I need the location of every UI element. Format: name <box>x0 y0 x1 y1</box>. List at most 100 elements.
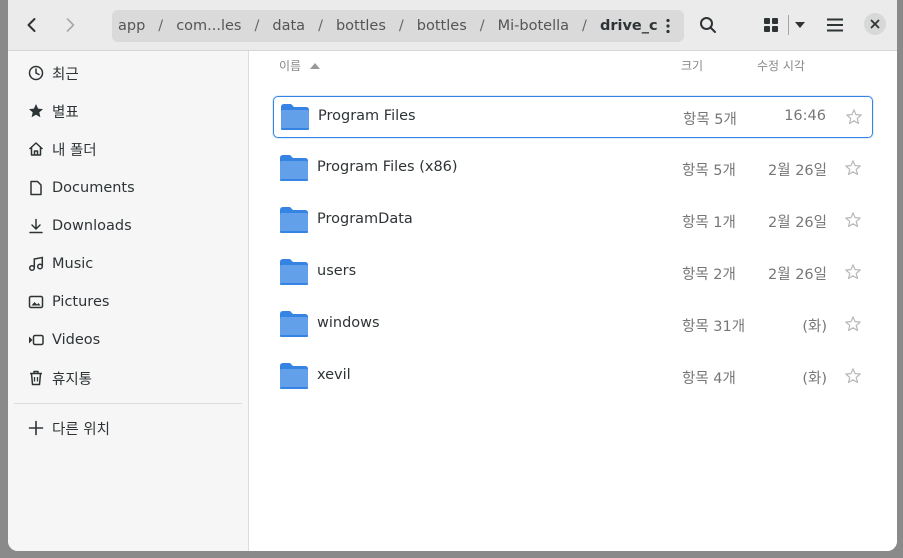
file-modified: (화) <box>802 319 827 335</box>
search-icon <box>700 17 716 33</box>
sidebar-item-videos[interactable]: Videos <box>8 322 248 358</box>
sidebar-item-label: 내 폴더 <box>52 142 97 159</box>
file-row[interactable]: users 항목 2개 2월 26일 <box>273 252 873 294</box>
folder-icon <box>281 104 309 130</box>
file-size: 항목 5개 <box>683 112 737 128</box>
star-icon[interactable] <box>845 108 863 126</box>
chevron-left-icon <box>27 18 36 32</box>
file-modified: 2월 26일 <box>768 267 827 283</box>
main-menu-button[interactable] <box>820 9 850 41</box>
sidebar-item-label: 별표 <box>52 104 79 121</box>
header-bar: app / com...les / data / bottles / bottl… <box>8 0 897 51</box>
sidebar-item-label: Downloads <box>52 218 132 234</box>
path-bar: app / com...les / data / bottles / bottl… <box>112 10 684 42</box>
folder-icon <box>280 259 308 285</box>
breadcrumb-item[interactable]: data <box>268 18 309 34</box>
file-name: users <box>317 263 357 279</box>
file-manager-window: app / com...les / data / bottles / bottl… <box>8 0 897 551</box>
star-icon[interactable] <box>844 159 862 177</box>
file-list: 이름 크기 수정 시각 Program Files 항목 5개 16:46 Progr… <box>249 51 897 551</box>
file-modified: 2월 26일 <box>768 163 827 179</box>
breadcrumb-item[interactable]: com...les <box>172 18 245 34</box>
video-icon <box>28 332 44 348</box>
clock-icon <box>28 65 44 81</box>
folder-icon <box>280 363 308 389</box>
star-icon[interactable] <box>844 263 862 281</box>
file-row[interactable]: windows 항목 31개 (화) <box>273 304 873 346</box>
folder-icon <box>280 207 308 233</box>
breadcrumb-separator: / <box>318 18 323 34</box>
home-icon <box>28 141 44 157</box>
star-icon <box>28 103 44 119</box>
breadcrumb-item[interactable]: bottles <box>332 18 390 34</box>
column-header-modified[interactable]: 수정 시각 <box>757 57 805 74</box>
file-size: 항목 4개 <box>682 371 736 387</box>
back-button[interactable] <box>18 10 46 40</box>
file-size: 항목 2개 <box>682 267 736 283</box>
column-header-label: 이름 <box>279 59 302 73</box>
breadcrumb-separator: / <box>158 18 164 34</box>
document-icon <box>28 180 44 196</box>
sidebar-item-label: Music <box>52 256 94 272</box>
star-icon[interactable] <box>844 211 862 229</box>
sidebar-item-downloads[interactable]: Downloads <box>8 208 248 244</box>
view-mode-button[interactable] <box>760 9 782 41</box>
search-button[interactable] <box>692 9 724 41</box>
file-size: 항목 1개 <box>682 215 736 231</box>
close-button[interactable] <box>864 13 886 35</box>
view-button-separator <box>788 15 789 35</box>
breadcrumb-separator: / <box>398 18 404 34</box>
sidebar-item-starred[interactable]: 별표 <box>8 93 248 129</box>
file-size: 항목 5개 <box>682 163 736 179</box>
vertical-dots-icon <box>666 18 670 34</box>
sidebar-item-label: 다른 위치 <box>52 421 110 438</box>
music-icon <box>28 256 44 272</box>
star-icon[interactable] <box>844 367 862 385</box>
close-icon <box>870 19 880 29</box>
file-name: Program Files (x86) <box>317 159 458 175</box>
forward-button[interactable] <box>56 10 84 40</box>
star-icon[interactable] <box>844 315 862 333</box>
sidebar-item-music[interactable]: Music <box>8 246 248 282</box>
breadcrumb-separator: / <box>479 18 485 34</box>
sidebar-item-recent[interactable]: 최근 <box>8 55 248 91</box>
file-name: ProgramData <box>317 211 413 227</box>
file-row[interactable]: Program Files 항목 5개 16:46 <box>273 96 873 138</box>
sidebar-divider <box>14 403 242 404</box>
sidebar-item-home[interactable]: 내 폴더 <box>8 131 248 167</box>
file-name: xevil <box>317 367 351 383</box>
sidebar-item-label: Pictures <box>52 294 110 310</box>
trash-icon <box>28 370 44 386</box>
breadcrumb-item[interactable]: Mi-botella <box>494 18 573 34</box>
file-row[interactable]: ProgramData 항목 1개 2월 26일 <box>273 200 873 242</box>
sidebar-item-label: Documents <box>52 180 135 196</box>
grid-view-icon <box>764 18 778 32</box>
sidebar: 최근 별표 내 폴더 Documents Downloads Music Pic… <box>8 51 249 551</box>
column-header-size[interactable]: 크기 <box>681 57 703 74</box>
sidebar-item-documents[interactable]: Documents <box>8 170 248 206</box>
breadcrumb-item[interactable]: bottles <box>413 18 471 34</box>
file-name: windows <box>317 315 380 331</box>
breadcrumb-separator: / <box>582 18 587 34</box>
hamburger-menu-icon <box>827 18 843 32</box>
column-header-name[interactable]: 이름 <box>279 57 321 74</box>
file-name: Program Files <box>318 108 416 124</box>
breadcrumb-separator: / <box>254 18 260 34</box>
file-row[interactable]: Program Files (x86) 항목 5개 2월 26일 <box>273 148 873 190</box>
sort-ascending-icon <box>310 62 321 69</box>
plus-icon <box>28 420 44 436</box>
file-modified: 2월 26일 <box>768 215 827 231</box>
file-modified: 16:46 <box>784 108 826 124</box>
folder-menu-button[interactable] <box>652 10 684 42</box>
file-modified: (화) <box>802 371 827 387</box>
picture-icon <box>28 294 44 310</box>
breadcrumb-item[interactable]: app <box>114 18 149 34</box>
sidebar-item-label: 최근 <box>52 66 79 83</box>
sidebar-item-other-locations[interactable]: 다른 위치 <box>8 410 248 446</box>
file-row[interactable]: xevil 항목 4개 (화) <box>273 356 873 398</box>
sidebar-item-label: 휴지통 <box>52 371 93 388</box>
view-options-button[interactable] <box>790 9 810 41</box>
sidebar-item-pictures[interactable]: Pictures <box>8 284 248 320</box>
sidebar-item-trash[interactable]: 휴지통 <box>8 360 248 396</box>
sidebar-item-label: Videos <box>52 332 101 348</box>
